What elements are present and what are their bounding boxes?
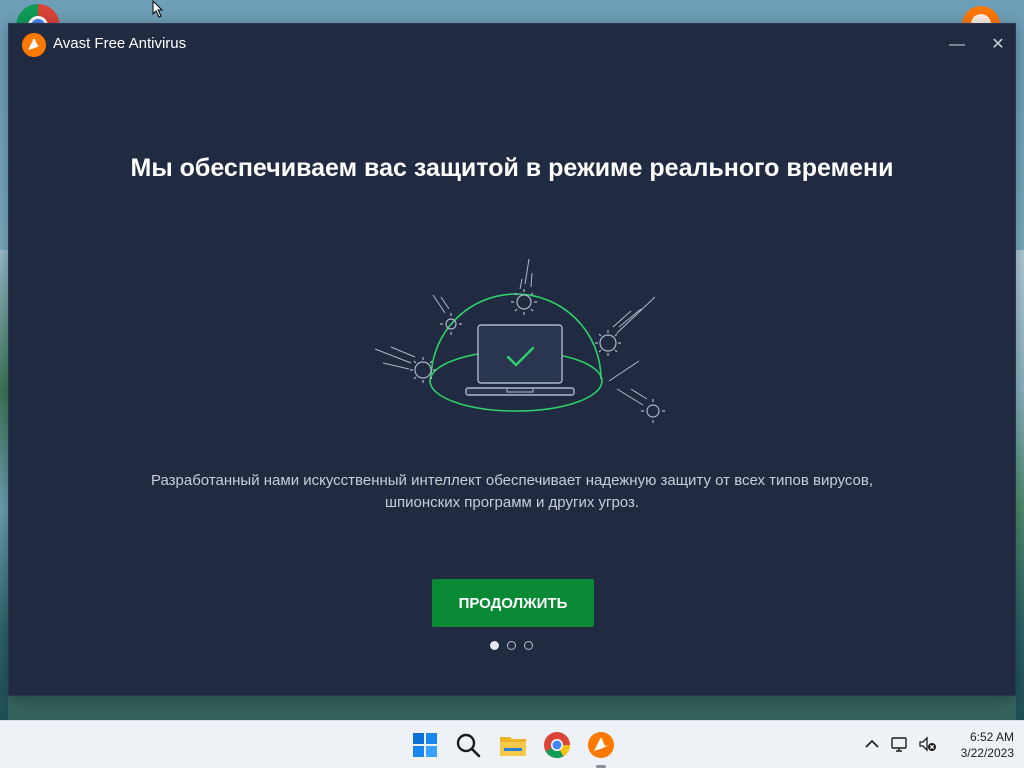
taskbar: 6:52 AM 3/22/2023 — [0, 720, 1024, 768]
pager-dot-1[interactable] — [490, 641, 499, 650]
avast-icon[interactable] — [586, 730, 616, 760]
description-line-2: шпионских программ и других угроз. — [384, 494, 640, 511]
continue-button[interactable]: ПРОДОЛЖИТЬ — [432, 579, 594, 627]
onboarding-description: Разработанный нами искусственный интелле… — [9, 470, 1015, 514]
avast-logo-icon — [22, 33, 46, 57]
mouse-cursor-icon — [152, 0, 164, 18]
onboarding-pager — [490, 641, 533, 650]
chevron-up-icon[interactable] — [862, 734, 882, 754]
protection-dome-illustration — [374, 258, 665, 423]
taskbar-clock[interactable]: 6:52 AM 3/22/2023 — [944, 729, 1014, 761]
windows-start-icon[interactable] — [410, 730, 440, 760]
minimize-button[interactable]: — — [943, 32, 971, 58]
network-icon[interactable] — [890, 734, 910, 754]
avast-window: Avast Free Antivirus — ✕ Мы обеспечиваем… — [8, 23, 1016, 696]
chrome-icon[interactable] — [542, 730, 572, 760]
pager-dot-2[interactable] — [507, 641, 516, 650]
clock-time: 6:52 AM — [969, 730, 1014, 744]
pager-dot-3[interactable] — [524, 641, 533, 650]
speaker-muted-icon[interactable] — [917, 734, 937, 754]
clock-date: 3/22/2023 — [960, 746, 1014, 760]
onboarding-headline: Мы обеспечиваем вас защитой в режиме реа… — [130, 154, 894, 182]
desktop-wallpaper-left — [0, 250, 8, 720]
search-icon[interactable] — [453, 730, 483, 760]
file-explorer-icon[interactable] — [498, 730, 528, 760]
desktop-wallpaper-right — [1016, 250, 1024, 720]
description-line-1: Разработанный нами искусственный интелле… — [150, 472, 874, 489]
laptop-icon — [465, 324, 575, 396]
close-button[interactable]: ✕ — [984, 32, 1012, 58]
title-bar[interactable]: Avast Free Antivirus — ✕ — [9, 24, 1015, 64]
window-title: Avast Free Antivirus — [53, 35, 187, 52]
